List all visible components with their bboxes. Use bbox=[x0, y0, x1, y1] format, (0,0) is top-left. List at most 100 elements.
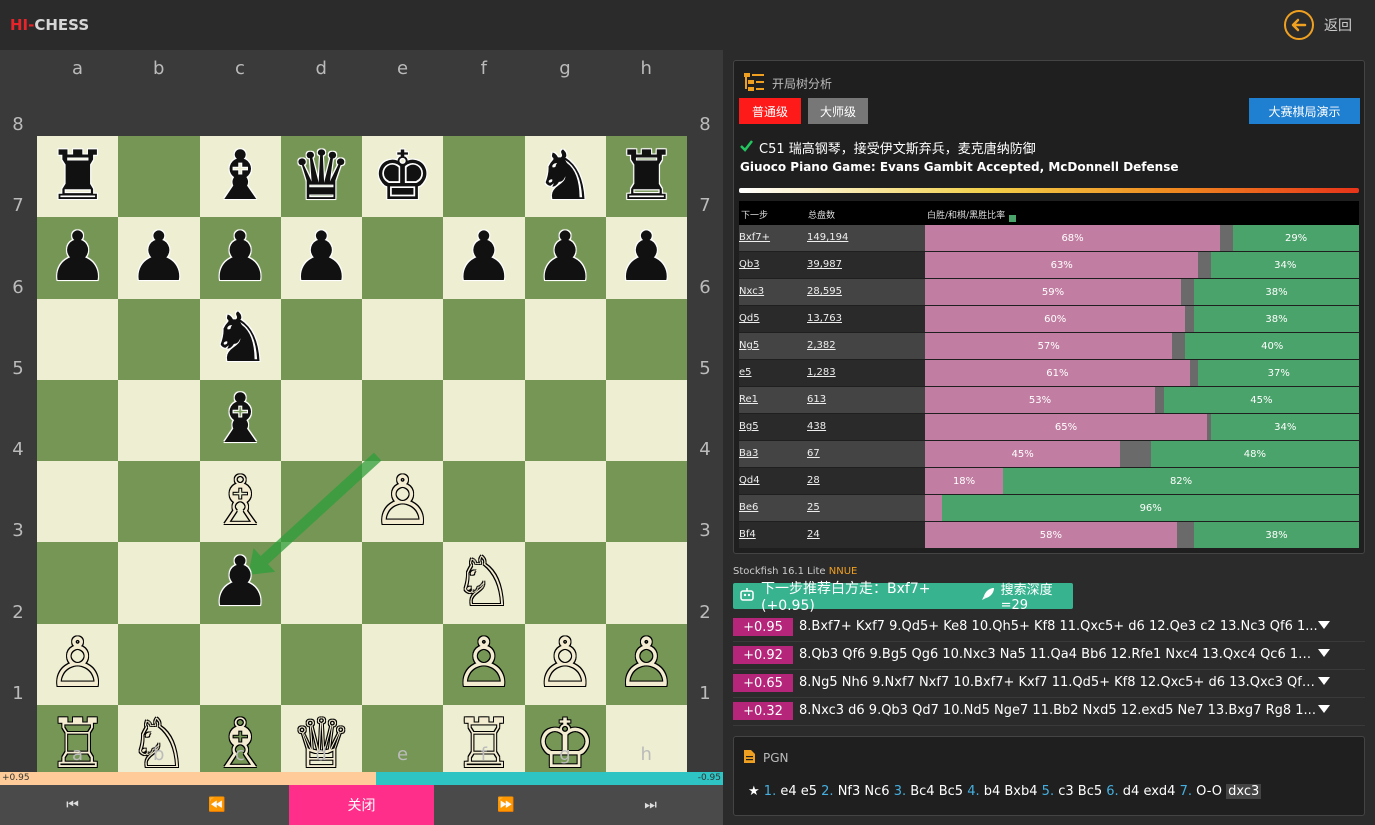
next-move-button[interactable]: ⏩ bbox=[434, 785, 578, 825]
pgn-move[interactable]: e4 e5 bbox=[780, 784, 821, 799]
stats-row[interactable]: Nxc3 28,595 59% 38% bbox=[739, 279, 1359, 306]
piece-d7[interactable]: ♟ bbox=[281, 217, 362, 298]
expand-caret-icon[interactable] bbox=[1318, 677, 1330, 685]
square-c2[interactable] bbox=[199, 623, 281, 705]
piece-f3[interactable]: ♘ bbox=[443, 542, 524, 623]
square-h6[interactable] bbox=[605, 298, 687, 380]
piece-h2[interactable]: ♙ bbox=[606, 624, 687, 705]
piece-e8[interactable]: ♚ bbox=[362, 136, 443, 217]
stats-move-link[interactable]: Re1 bbox=[739, 394, 758, 405]
expand-caret-icon[interactable] bbox=[1318, 649, 1330, 657]
engine-line[interactable]: +0.92 8.Qb3 Qf6 9.Bg5 Qg6 10.Nxc3 Na5 11.… bbox=[733, 642, 1365, 670]
square-h5[interactable] bbox=[605, 379, 687, 461]
pgn-move[interactable]: Bc4 Bc5 bbox=[910, 784, 967, 799]
engine-line[interactable]: +0.65 8.Ng5 Nh6 9.Nxf7 Nxf7 10.Bxf7+ Kxf7… bbox=[733, 670, 1365, 698]
square-a3[interactable] bbox=[37, 542, 119, 624]
stats-move-link[interactable]: Nxc3 bbox=[739, 286, 764, 297]
stats-row[interactable]: Bxf7+ 149,194 68% 29% bbox=[739, 225, 1359, 252]
square-g3[interactable] bbox=[524, 542, 606, 624]
piece-a8[interactable]: ♜ bbox=[37, 136, 118, 217]
square-b2[interactable] bbox=[118, 623, 200, 705]
square-h4[interactable] bbox=[605, 461, 687, 543]
pgn-move[interactable]: d4 exd4 bbox=[1123, 784, 1180, 799]
engine-line-pv[interactable]: 8.Nxc3 d6 9.Qb3 Qd7 10.Nd5 Nge7 11.Bb2 N… bbox=[799, 703, 1319, 718]
square-g5[interactable] bbox=[524, 379, 606, 461]
engine-line[interactable]: +0.32 8.Nxc3 d6 9.Qb3 Qd7 10.Nd5 Nge7 11.… bbox=[733, 698, 1365, 726]
normal-level-button[interactable]: 普通级 bbox=[739, 98, 801, 124]
master-level-button[interactable]: 大师级 bbox=[808, 98, 868, 124]
expand-caret-icon[interactable] bbox=[1318, 621, 1330, 629]
stats-move-link[interactable]: Ba3 bbox=[739, 448, 758, 459]
square-a4[interactable] bbox=[37, 461, 119, 543]
square-d3[interactable] bbox=[280, 542, 362, 624]
stats-row[interactable]: Be6 25 96% bbox=[739, 495, 1359, 522]
square-a6[interactable] bbox=[37, 298, 119, 380]
piece-d8[interactable]: ♛ bbox=[281, 136, 362, 217]
engine-line-pv[interactable]: 8.Bxf7+ Kxf7 9.Qd5+ Ke8 10.Qh5+ Kf8 11.Q… bbox=[799, 619, 1319, 634]
square-g6[interactable] bbox=[524, 298, 606, 380]
pgn-move[interactable]: Nf3 Nc6 bbox=[838, 784, 894, 799]
square-b8[interactable] bbox=[118, 136, 200, 218]
piece-g8[interactable]: ♞ bbox=[525, 136, 606, 217]
square-d5[interactable] bbox=[280, 379, 362, 461]
stats-move-link[interactable]: e5 bbox=[739, 367, 752, 378]
close-button[interactable]: 关闭 bbox=[289, 785, 434, 825]
square-a5[interactable] bbox=[37, 379, 119, 461]
pgn-current-move[interactable]: dxc3 bbox=[1226, 784, 1262, 799]
pgn-move[interactable]: b4 Bxb4 bbox=[984, 784, 1042, 799]
engine-line[interactable]: +0.95 8.Bxf7+ Kxf7 9.Qd5+ Ke8 10.Qh5+ Kf8… bbox=[733, 614, 1365, 642]
stats-row[interactable]: Qd4 28 18% 82% bbox=[739, 468, 1359, 495]
piece-f7[interactable]: ♟ bbox=[443, 217, 524, 298]
square-g4[interactable] bbox=[524, 461, 606, 543]
pgn-move[interactable]: c3 Bc5 bbox=[1058, 784, 1106, 799]
stats-row[interactable]: Bg5 438 65% 34% bbox=[739, 414, 1359, 441]
pgn-move[interactable]: O-O bbox=[1196, 784, 1226, 799]
stats-move-link[interactable]: Bf4 bbox=[739, 529, 756, 540]
last-move-button[interactable]: ⏭ bbox=[578, 785, 723, 825]
piece-e4[interactable]: ♙ bbox=[362, 461, 443, 542]
piece-h8[interactable]: ♜ bbox=[606, 136, 687, 217]
stats-row[interactable]: Ng5 2,382 57% 40% bbox=[739, 333, 1359, 360]
back-button[interactable]: 返回 bbox=[1284, 10, 1352, 40]
stats-move-link[interactable]: Bg5 bbox=[739, 421, 759, 432]
engine-line-pv[interactable]: 8.Qb3 Qf6 9.Bg5 Qg6 10.Nxc3 Na5 11.Qa4 B… bbox=[799, 647, 1319, 662]
square-e7[interactable] bbox=[362, 217, 444, 299]
stats-row[interactable]: e5 1,283 61% 37% bbox=[739, 360, 1359, 387]
square-b5[interactable] bbox=[118, 379, 200, 461]
square-d2[interactable] bbox=[280, 623, 362, 705]
square-d6[interactable] bbox=[280, 298, 362, 380]
square-f4[interactable] bbox=[443, 461, 525, 543]
piece-c3[interactable]: ♟ bbox=[200, 542, 281, 623]
square-d4[interactable] bbox=[280, 461, 362, 543]
stats-row[interactable]: Re1 613 53% 45% bbox=[739, 387, 1359, 414]
stats-move-link[interactable]: Qb3 bbox=[739, 259, 760, 270]
piece-c6[interactable]: ♞ bbox=[200, 299, 281, 380]
stats-move-link[interactable]: Qd4 bbox=[739, 475, 760, 486]
piece-h7[interactable]: ♟ bbox=[606, 217, 687, 298]
expand-caret-icon[interactable] bbox=[1318, 705, 1330, 713]
square-f8[interactable] bbox=[443, 136, 525, 218]
stats-move-link[interactable]: Ng5 bbox=[739, 340, 759, 351]
square-b3[interactable] bbox=[118, 542, 200, 624]
stats-row[interactable]: Ba3 67 45% 48% bbox=[739, 441, 1359, 468]
square-f6[interactable] bbox=[443, 298, 525, 380]
square-b4[interactable] bbox=[118, 461, 200, 543]
square-b6[interactable] bbox=[118, 298, 200, 380]
prev-move-button[interactable]: ⏪ bbox=[145, 785, 289, 825]
square-f5[interactable] bbox=[443, 379, 525, 461]
piece-c8[interactable]: ♝ bbox=[200, 136, 281, 217]
stats-move-link[interactable]: Bxf7+ bbox=[739, 232, 770, 243]
square-e3[interactable] bbox=[362, 542, 444, 624]
piece-c4[interactable]: ♗ bbox=[200, 461, 281, 542]
piece-g7[interactable]: ♟ bbox=[525, 217, 606, 298]
stats-row[interactable]: Qb3 39,987 63% 34% bbox=[739, 252, 1359, 279]
piece-b7[interactable]: ♟ bbox=[118, 217, 199, 298]
piece-g2[interactable]: ♙ bbox=[525, 624, 606, 705]
first-move-button[interactable]: ⏮ bbox=[0, 785, 145, 825]
square-h3[interactable] bbox=[605, 542, 687, 624]
chess-board[interactable]: ♜ ♝ ♛ ♚ ♞ ♜ ♟ ♟ ♟ ♟ ♟ ♟ ♟ ♞ ♝ ♗ ♙ ♟ ♘ ♙ ♙ ♙ ♙ ♖ ♘ ♗ ♕ ♖ ♔ bbox=[37, 136, 687, 786]
stats-move-link[interactable]: Be6 bbox=[739, 502, 758, 513]
logo[interactable]: HI-CHESS bbox=[10, 16, 89, 34]
stats-row[interactable]: Qd5 13,763 60% 38% bbox=[739, 306, 1359, 333]
piece-a7[interactable]: ♟ bbox=[37, 217, 118, 298]
